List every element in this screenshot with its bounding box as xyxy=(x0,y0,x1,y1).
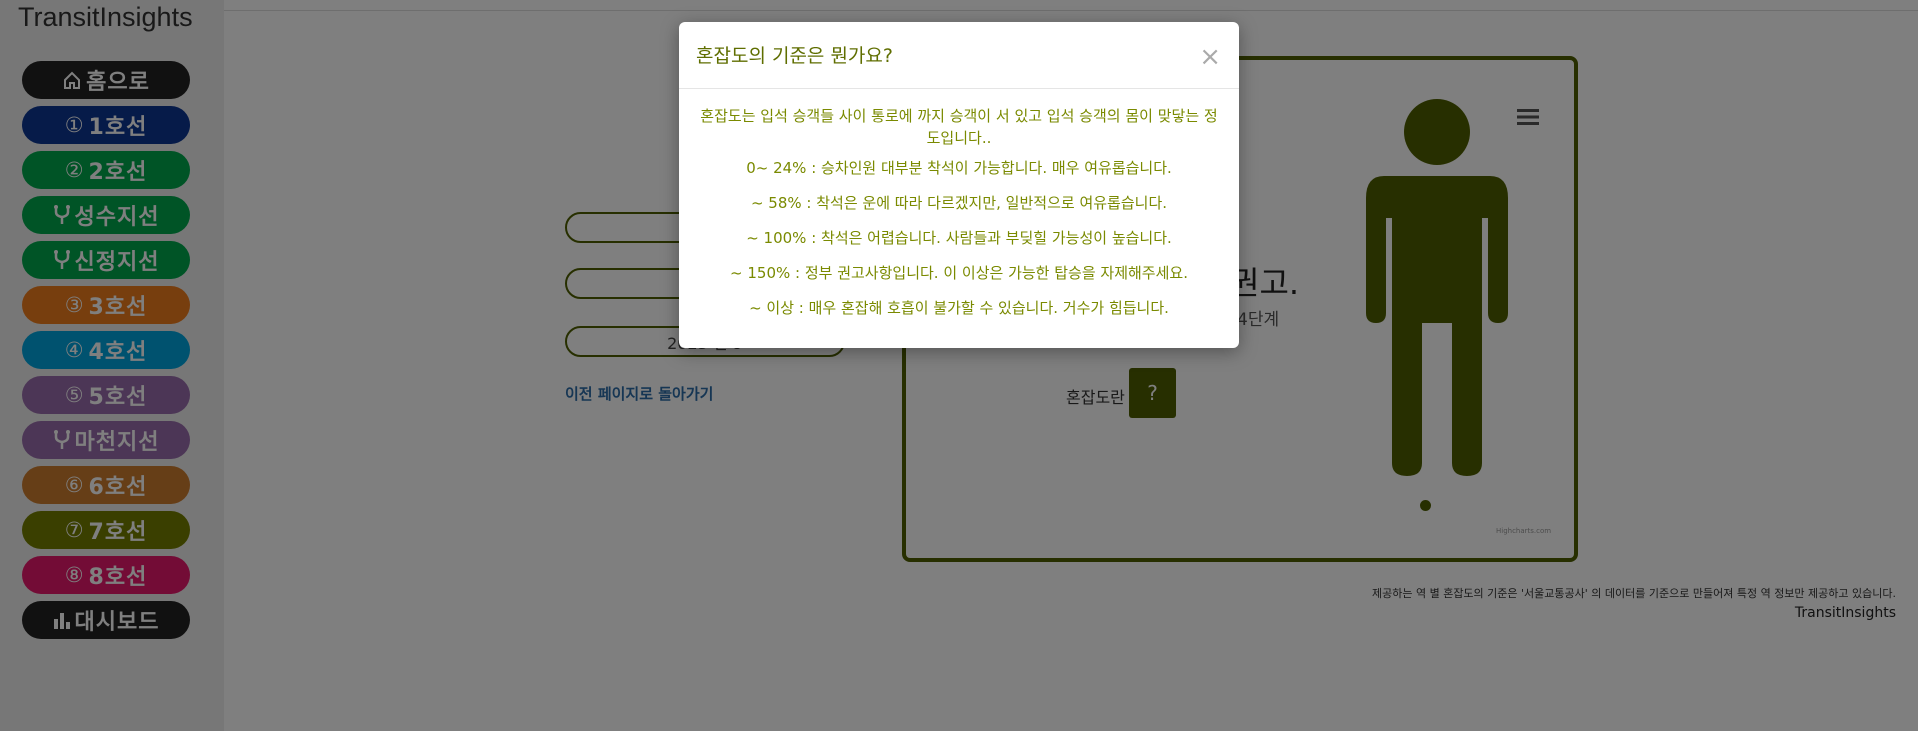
modal-level-1: 0~ 24% : 승차인원 대부분 착석이 가능합니다. 매우 여유롭습니다. xyxy=(746,159,1172,177)
modal-definition: 혼잡도는 입석 승객들 사이 통로에 까지 승객이 서 있고 입석 승객의 몸이… xyxy=(700,107,1218,147)
modal-header: 혼잡도의 기준은 뭔가요? × xyxy=(679,22,1239,89)
close-icon[interactable]: × xyxy=(1199,44,1221,70)
modal-body: 혼잡도는 입석 승객들 사이 통로에 까지 승객이 서 있고 입석 승객의 몸이… xyxy=(679,89,1239,319)
modal-level-3: ~ 100% : 착석은 어렵습니다. 사람들과 부딪힐 가능성이 높습니다. xyxy=(746,229,1172,247)
congestion-info-modal: 혼잡도의 기준은 뭔가요? × 혼잡도는 입석 승객들 사이 통로에 까지 승객… xyxy=(679,22,1239,348)
modal-title: 혼잡도의 기준은 뭔가요? xyxy=(696,45,893,67)
modal-level-2: ~ 58% : 착석은 운에 따라 다르겠지만, 일반적으로 여유롭습니다. xyxy=(750,194,1168,212)
modal-level-4: ~ 150% : 정부 권고사항입니다. 이 이상은 가능한 탑승을 자제해주세… xyxy=(730,264,1188,282)
modal-level-5: ~ 이상 : 매우 혼잡해 호흡이 불가할 수 있습니다. 거수가 힘듭니다. xyxy=(749,299,1169,317)
